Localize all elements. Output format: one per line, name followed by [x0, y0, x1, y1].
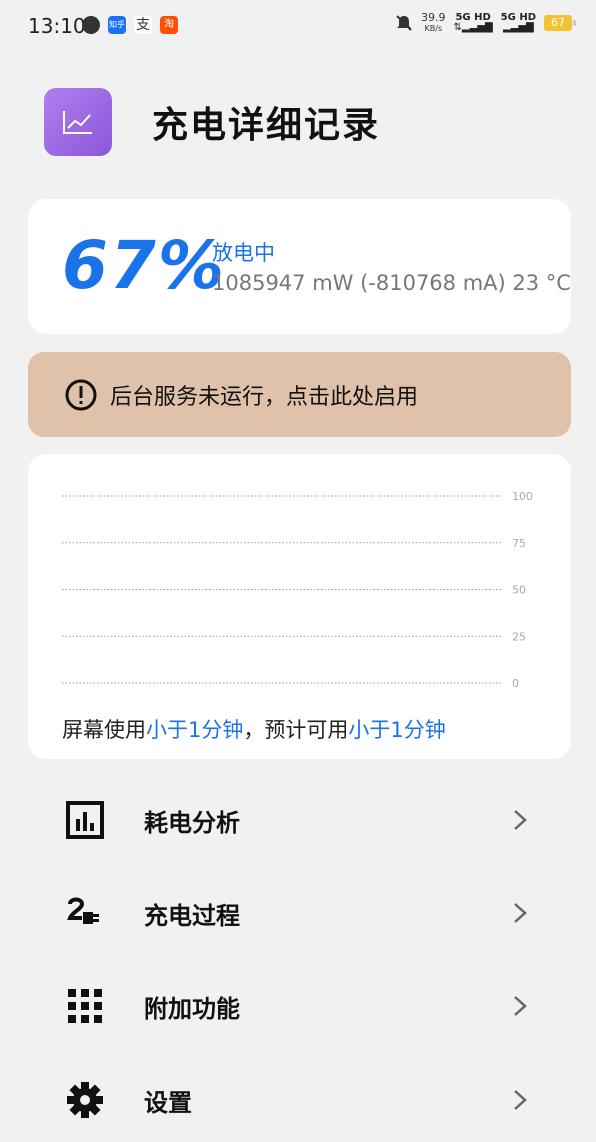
battery-detail: 1085947 mW (-810768 mA) 23 °C [212, 271, 571, 295]
menu-item-settings[interactable]: 设置 [0, 1060, 596, 1140]
battery-indicator: 67 [544, 15, 576, 31]
service-warning-banner[interactable]: 后台服务未运行，点击此处启用 [28, 352, 571, 437]
usage-summary: 屏幕使用小于1分钟，预计可用小于1分钟 [62, 714, 446, 744]
usage-middle: ，预计可用 [243, 718, 349, 742]
zhihu-icon: 知乎 [108, 16, 126, 34]
menu-item-charging-process[interactable]: 充电过程 [0, 873, 596, 953]
chart-y-tick-label: 0 [512, 677, 519, 690]
screen-time-value: 小于1分钟 [146, 718, 244, 742]
chevron-right-icon [514, 996, 527, 1016]
alipay-icon: 支 [134, 16, 152, 34]
net-speed: 39.9 KB/s [421, 11, 446, 33]
chart-y-tick-label: 50 [512, 584, 526, 597]
chart-y-tick-label: 25 [512, 630, 526, 643]
signal-sim1: 5G HD ⇅▂▃▅▇ [453, 12, 493, 33]
battery-chart-card: 100 75 50 25 0 屏幕使用小于1分钟，预计可用小于1分钟 [28, 454, 571, 759]
status-right: 39.9 KB/s 5G HD ⇅▂▃▅▇ 5G HD ▂▃▅▇ 67 [395, 11, 576, 34]
chevron-right-icon [514, 810, 527, 830]
gear-icon [66, 1081, 104, 1119]
battery-status-card: 67% 放电中 1085947 mW (-810768 mA) 23 °C [28, 199, 571, 334]
bar-chart-icon [66, 801, 104, 839]
usage-prefix: 屏幕使用 [62, 718, 146, 742]
menu-label: 耗电分析 [144, 808, 240, 837]
menu-label: 设置 [144, 1088, 192, 1117]
app-logo [44, 88, 112, 156]
page-header: 充电详细记录 [44, 88, 380, 156]
grid-icon [66, 987, 104, 1025]
menu-item-extra-features[interactable]: 附加功能 [0, 966, 596, 1046]
mute-bell-icon [396, 15, 412, 31]
menu-label: 附加功能 [144, 994, 240, 1023]
battery-state: 放电中 [212, 241, 275, 265]
chevron-right-icon [514, 903, 527, 923]
chevron-right-icon [514, 1090, 527, 1110]
plug-icon [66, 894, 104, 932]
battery-percent: 67% [62, 227, 226, 304]
battery-chart: 100 75 50 25 0 [62, 490, 533, 690]
status-app-icons: 知乎 支 淘 [82, 16, 178, 34]
status-bar: 13:10 知乎 支 淘 39.9 KB/s 5G HD ⇅▂▃▅▇ 5G HD… [0, 0, 596, 56]
chart-y-tick-label: 75 [512, 537, 526, 550]
wechat-icon [82, 16, 100, 34]
warning-text: 后台服务未运行，点击此处启用 [110, 384, 419, 410]
signal-sim2: 5G HD ▂▃▅▇ [500, 12, 536, 33]
line-chart-icon [63, 111, 92, 134]
chart-y-tick-label: 100 [512, 490, 533, 503]
menu-label: 充电过程 [144, 901, 240, 930]
exclamation-circle-icon [65, 379, 97, 410]
page-title: 充电详细记录 [152, 105, 381, 146]
taobao-icon: 淘 [160, 16, 178, 34]
menu-item-power-analysis[interactable]: 耗电分析 [0, 780, 596, 860]
status-time: 13:10 [28, 14, 86, 38]
estimate-value: 小于1分钟 [348, 718, 446, 742]
